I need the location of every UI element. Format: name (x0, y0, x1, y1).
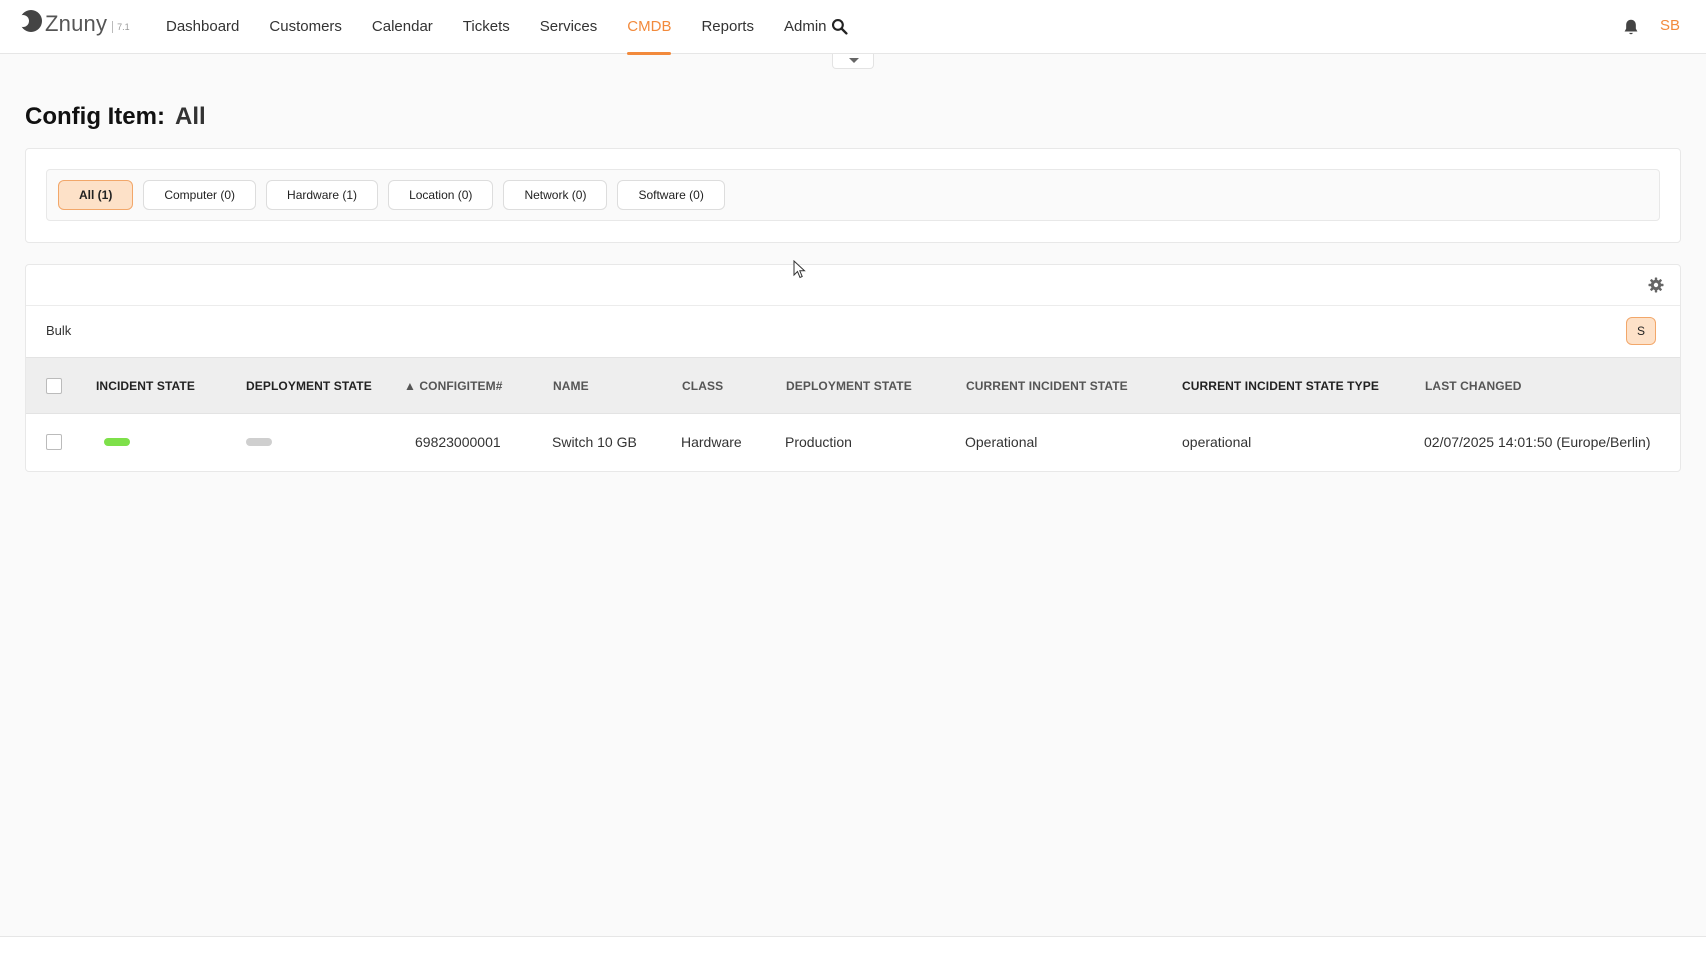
toolbar-toggle[interactable] (832, 54, 874, 69)
mouse-cursor-icon (793, 260, 806, 279)
config-item-table-panel: Bulk S INCIDENT STATE DEPLOYMENT STATE ▲… (25, 264, 1681, 472)
filter-hardware[interactable]: Hardware (1) (266, 180, 379, 210)
cell-deployment-state: Production (785, 434, 852, 450)
logo-text: Znuny (45, 11, 108, 36)
cell-current-incident-state: Operational (965, 434, 1038, 450)
deployment-state-indicator (246, 438, 272, 446)
select-all-checkbox[interactable] (46, 378, 62, 394)
page-title-label: Config Item: (25, 103, 165, 130)
gear-icon[interactable] (1648, 277, 1664, 293)
header-deployment-state[interactable]: DEPLOYMENT STATE (246, 379, 372, 393)
cell-configitem-number[interactable]: 69823000001 (415, 434, 501, 450)
nav-tickets[interactable]: Tickets (463, 0, 510, 54)
row-checkbox[interactable] (46, 434, 62, 450)
filter-location[interactable]: Location (0) (388, 180, 494, 210)
top-navigation-bar: Znuny 7.1 Dashboard Customers Calendar T… (0, 0, 1706, 55)
nav-calendar[interactable]: Calendar (372, 0, 433, 54)
header-last-changed[interactable]: LAST CHANGED (1425, 379, 1522, 393)
class-filter-panel: All (1) Computer (0) Hardware (1) Locati… (25, 148, 1681, 243)
header-class[interactable]: CLASS (682, 379, 723, 393)
znuny-logo[interactable]: Znuny 7.1 (17, 10, 130, 36)
user-avatar-initials[interactable]: SB (1660, 17, 1680, 34)
bulk-label: Bulk (46, 323, 72, 338)
class-filter-bar: All (1) Computer (0) Hardware (1) Locati… (46, 169, 1660, 221)
s-button[interactable]: S (1626, 317, 1656, 345)
header-name[interactable]: NAME (553, 379, 589, 393)
filter-software[interactable]: Software (0) (617, 180, 725, 210)
header-configitem-number[interactable]: ▲ CONFIGITEM# (404, 379, 503, 393)
bell-icon[interactable] (1622, 18, 1640, 36)
table-header: INCIDENT STATE DEPLOYMENT STATE ▲ CONFIG… (26, 357, 1680, 414)
search-icon[interactable] (831, 18, 848, 35)
filter-all[interactable]: All (1) (58, 180, 134, 210)
nav-dashboard[interactable]: Dashboard (166, 0, 239, 54)
filter-computer[interactable]: Computer (0) (143, 180, 257, 210)
incident-state-indicator (104, 438, 130, 446)
bulk-action-row: Bulk S (26, 306, 1680, 357)
bottom-bar (0, 936, 1706, 956)
header-incident-state[interactable]: INCIDENT STATE (96, 379, 195, 393)
cell-last-changed: 02/07/2025 14:01:50 (Europe/Berlin) (1424, 434, 1651, 450)
table-panel-header (26, 265, 1680, 306)
nav-admin[interactable]: Admin (784, 0, 827, 54)
nav-customers[interactable]: Customers (269, 0, 342, 54)
nav-services[interactable]: Services (540, 0, 598, 54)
header-deployment-state-text[interactable]: DEPLOYMENT STATE (786, 379, 912, 393)
logo-version: 7.1 (112, 21, 130, 33)
logo-mark-icon (17, 10, 42, 32)
table-row[interactable]: 69823000001 Switch 10 GB Hardware Produc… (26, 414, 1680, 471)
header-current-incident-state[interactable]: CURRENT INCIDENT STATE (966, 379, 1128, 393)
cell-class: Hardware (681, 434, 742, 450)
main-nav: Dashboard Customers Calendar Tickets Ser… (151, 0, 842, 55)
nav-cmdb[interactable]: CMDB (627, 0, 672, 55)
header-current-incident-state-type[interactable]: CURRENT INCIDENT STATE TYPE (1182, 379, 1379, 393)
page-title: Config Item: All (25, 103, 206, 131)
nav-reports[interactable]: Reports (701, 0, 754, 54)
filter-network[interactable]: Network (0) (503, 180, 608, 210)
page-title-value: All (174, 103, 206, 130)
cell-name[interactable]: Switch 10 GB (552, 434, 637, 450)
cell-current-incident-state-type: operational (1182, 434, 1252, 450)
